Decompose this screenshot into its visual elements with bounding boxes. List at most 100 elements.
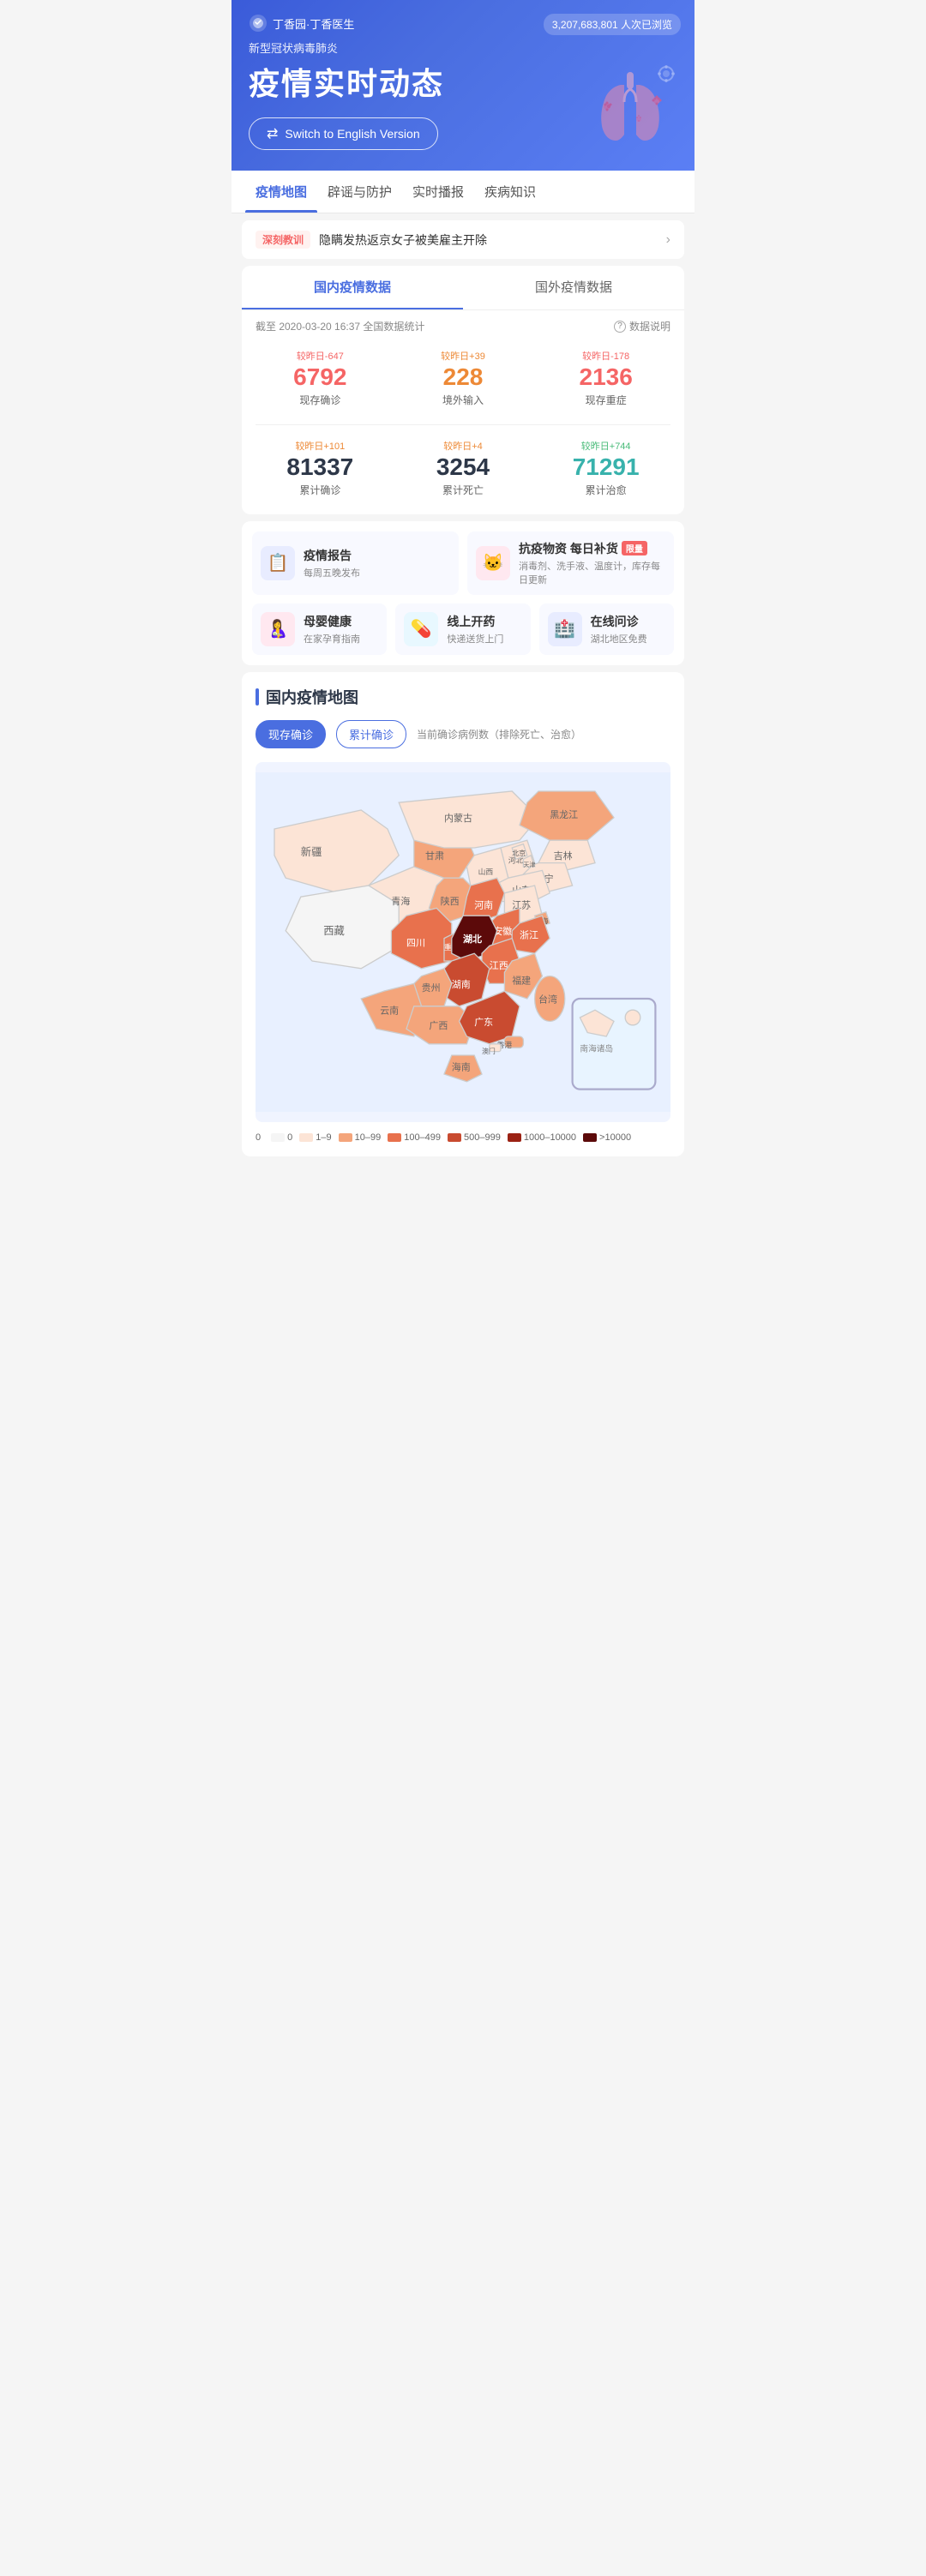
- tab-map[interactable]: 疫情地图: [245, 171, 317, 213]
- legend-label: 1–9: [316, 1132, 331, 1143]
- map-section-title: 国内疫情地图: [256, 686, 670, 708]
- label-beijing: 北京: [512, 848, 526, 856]
- service-card[interactable]: 💊 线上开药 快递送货上门: [395, 603, 530, 655]
- map-filter-row: 现存确诊 累计确诊 当前确诊病例数（排除死亡、治愈）: [256, 720, 670, 748]
- title-bar-accent: [256, 688, 259, 706]
- logo-icon: [249, 14, 268, 33]
- stat-label: 现存确诊: [259, 393, 382, 407]
- legend-color-swatch: [299, 1133, 313, 1142]
- stat-cell: 较昨日+101 81337 累计确诊: [249, 432, 392, 504]
- stat-change: 较昨日+744: [544, 439, 667, 453]
- service-subtitle: 快递送货上门: [447, 632, 503, 646]
- stat-change: 较昨日-178: [544, 349, 667, 363]
- service-subtitle: 在家孕育指南: [304, 632, 360, 646]
- label-southsea: 南海诸岛: [580, 1042, 613, 1054]
- service-info: 抗疫物资 每日补货 限量 消毒剂、洗手液、温度计，库存每日更新: [519, 540, 665, 586]
- news-tag: 深刻教训: [256, 231, 310, 249]
- legend-label: 10–99: [355, 1132, 382, 1143]
- legend-color-swatch: [388, 1133, 401, 1142]
- label-shaanxi: 陕西: [441, 895, 460, 907]
- service-icon: 🤱: [261, 612, 295, 646]
- tab-overseas[interactable]: 国外疫情数据: [463, 266, 684, 309]
- service-info: 母婴健康 在家孕育指南: [304, 613, 360, 646]
- stat-number: 2136: [544, 364, 667, 391]
- tab-rumors[interactable]: 辟谣与防护: [317, 171, 402, 213]
- stat-change: 较昨日+4: [402, 439, 525, 453]
- label-taiwan: 台湾: [538, 993, 557, 1005]
- service-title: 疫情报告: [304, 547, 360, 564]
- service-icon: 📋: [261, 546, 295, 580]
- nav-tabs: 疫情地图 辟谣与防护 实时播报 疾病知识: [232, 171, 694, 213]
- service-title: 母婴健康: [304, 613, 360, 630]
- service-card[interactable]: 🤱 母婴健康 在家孕育指南: [252, 603, 387, 655]
- service-card[interactable]: 🐱 抗疫物资 每日补货 限量 消毒剂、洗手液、温度计，库存每日更新: [467, 531, 674, 595]
- label-gansu: 甘肃: [425, 850, 444, 862]
- legend-item: 1–9: [299, 1132, 331, 1143]
- label-tianjin: 天津: [523, 862, 535, 868]
- stat-label: 境外输入: [402, 393, 525, 407]
- label-qinghai: 青海: [391, 895, 410, 907]
- legend-item: 100–499: [388, 1132, 441, 1143]
- legend-label: 1000–10000: [524, 1132, 576, 1143]
- stat-change: 较昨日+39: [402, 349, 525, 363]
- data-meta: 截至 2020-03-20 16:37 全国数据统计 ? 数据说明: [242, 310, 684, 342]
- swap-icon: ⇄: [267, 125, 278, 142]
- data-section: 国内疫情数据 国外疫情数据 截至 2020-03-20 16:37 全国数据统计…: [242, 266, 684, 514]
- stat-cell: 较昨日+744 71291 累计治愈: [534, 432, 677, 504]
- label-sichuan: 四川: [406, 938, 425, 948]
- legend-color-swatch: [448, 1133, 461, 1142]
- label-jiangsu: 江苏: [512, 899, 531, 910]
- service-subtitle: 消毒剂、洗手液、温度计，库存每日更新: [519, 559, 665, 586]
- stats-row-1: 较昨日-647 6792 现存确诊 较昨日+39 228 境外输入 较昨日-17…: [242, 342, 684, 424]
- service-icon: 🐱: [476, 546, 510, 580]
- stat-number: 71291: [544, 454, 667, 481]
- legend-color-swatch: [508, 1133, 521, 1142]
- label-heilongjiang: 黑龙江: [550, 808, 578, 820]
- data-timestamp: 截至 2020-03-20 16:37 全国数据统计: [256, 319, 424, 333]
- service-card[interactable]: 🏥 在线问诊 湖北地区免费: [539, 603, 674, 655]
- stats-divider: [256, 424, 670, 425]
- header-subtitle: 新型冠状病毒肺炎: [249, 39, 677, 56]
- legend-color-swatch: [339, 1133, 352, 1142]
- news-text: 隐瞒发热返京女子被美雇主开除: [319, 231, 658, 249]
- service-info: 疫情报告 每周五晚发布: [304, 547, 360, 579]
- news-banner[interactable]: 深刻教训 隐瞒发热返京女子被美雇主开除 ›: [242, 220, 684, 259]
- legend-item: 0: [271, 1132, 292, 1143]
- filter-current-confirmed[interactable]: 现存确诊: [256, 720, 326, 748]
- legend-item: 10–99: [339, 1132, 382, 1143]
- legend-item: >10000: [583, 1132, 631, 1143]
- label-innermongolia: 内蒙古: [444, 812, 472, 824]
- filter-total-confirmed[interactable]: 累计确诊: [336, 720, 406, 748]
- tab-domestic[interactable]: 国内疫情数据: [242, 266, 463, 309]
- label-hunan: 湖南: [452, 978, 471, 989]
- label-zhejiang: 浙江: [520, 929, 538, 940]
- label-macau: 澳门: [482, 1046, 496, 1054]
- label-hainan: 海南: [452, 1060, 471, 1072]
- china-map-svg: 新疆 西藏 青海 甘肃 内蒙古 黑龙江 吉林: [256, 762, 670, 1122]
- label-jilin: 吉林: [554, 850, 573, 862]
- stats-row-2: 较昨日+101 81337 累计确诊 较昨日+4 3254 累计死亡 较昨日+7…: [242, 432, 684, 514]
- map-section: 国内疫情地图 现存确诊 累计确诊 当前确诊病例数（排除死亡、治愈） 新疆 西藏 …: [242, 672, 684, 1156]
- map-legend: 0 0 1–9 10–99 100–499 500–999 1000–10000…: [256, 1132, 670, 1143]
- service-card[interactable]: 📋 疫情报告 每周五晚发布: [252, 531, 459, 595]
- label-jiangxi: 江西: [490, 959, 508, 970]
- stat-number: 81337: [259, 454, 382, 481]
- stat-cell: 较昨日+4 3254 累计死亡: [392, 432, 535, 504]
- legend-label: >10000: [599, 1132, 631, 1143]
- service-icon: 💊: [404, 612, 438, 646]
- data-help[interactable]: ? 数据说明: [614, 319, 670, 333]
- label-tibet: 西藏: [323, 925, 345, 937]
- label-fujian: 福建: [512, 974, 531, 986]
- english-version-button[interactable]: ⇄ Switch to English Version: [249, 117, 438, 150]
- legend-zero-label: 0: [256, 1132, 261, 1143]
- label-hubei: 湖北: [463, 933, 482, 945]
- stat-label: 累计死亡: [402, 483, 525, 497]
- map-filter-desc: 当前确诊病例数（排除死亡、治愈）: [417, 727, 581, 742]
- stat-change: 较昨日-647: [259, 349, 382, 363]
- map-title-text: 国内疫情地图: [266, 686, 358, 708]
- stat-label: 现存重症: [544, 393, 667, 407]
- tab-disease[interactable]: 疾病知识: [474, 171, 546, 213]
- tab-live[interactable]: 实时播报: [402, 171, 474, 213]
- service-info: 在线问诊 湖北地区免费: [591, 613, 647, 646]
- header-section: 丁香园·丁香医生 3,207,683,801 人次已浏览 新型冠状病毒肺炎 疫情…: [232, 0, 694, 171]
